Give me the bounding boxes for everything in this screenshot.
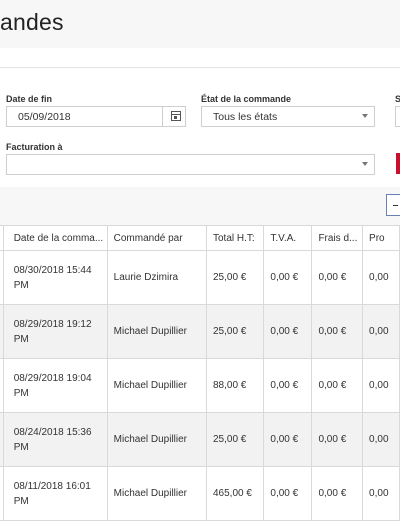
chevron-down-icon (362, 114, 368, 118)
total-ht: 25,00 € (206, 250, 265, 305)
billing-select[interactable] (6, 154, 375, 175)
ordered-by: Laurie Dzimira (107, 250, 207, 305)
third-filter-label: S (395, 94, 400, 104)
tva: 0,00 € (263, 412, 313, 467)
end-date-field[interactable]: 05/09/2018 (6, 106, 186, 127)
total-ht: 88,00 € (206, 358, 265, 413)
fees: 0,00 € (311, 304, 364, 359)
pro: 0,00 (362, 304, 400, 359)
pro: 0,00 (362, 250, 400, 305)
table-row[interactable]: PM08/30/2018 15:44 PMLaurie Dzimira25,00… (0, 250, 400, 305)
order-state-label: État de la commande (201, 94, 292, 104)
column-header-date[interactable]: Date de la comma... (3, 225, 108, 251)
order-date: 08/11/2018 16:01 PM (3, 466, 108, 521)
fees: 0,00 € (311, 250, 364, 305)
column-header-ordered-by[interactable]: Commandé par (107, 225, 207, 251)
total-ht: 465,00 € (206, 466, 265, 521)
end-date-value: 05/09/2018 (18, 111, 71, 123)
order-date: 08/24/2018 15:36 PM (3, 412, 108, 467)
page-title: andes (0, 9, 64, 35)
pro: 0,00 (362, 412, 400, 467)
search-button[interactable] (396, 153, 400, 174)
order-date: 08/29/2018 19:12 PM (3, 304, 108, 359)
fees: 0,00 € (311, 358, 364, 413)
table-row[interactable]: PM08/29/2018 19:04 PMMichael Dupillier88… (0, 358, 400, 413)
tva: 0,00 € (263, 466, 313, 521)
tva: 0,00 € (263, 304, 313, 359)
table-row[interactable]: PM08/11/2018 16:01 PMMichael Dupillier46… (0, 466, 400, 521)
third-filter-field[interactable] (395, 106, 400, 127)
ordered-by: Michael Dupillier (107, 304, 207, 359)
order-date: 08/30/2018 15:44 PM (3, 250, 108, 305)
tva: 0,00 € (263, 250, 313, 305)
column-header-pro[interactable]: Pro (362, 225, 400, 251)
orders-table: Date de la comma... Commandé par Total H… (0, 225, 400, 521)
ordered-by: Michael Dupillier (107, 466, 207, 521)
table-toolbar (0, 187, 400, 225)
order-state-value: Tous les états (213, 111, 278, 123)
calendar-icon[interactable] (171, 111, 181, 121)
tva: 0,00 € (263, 358, 313, 413)
page-header: andes (0, 0, 400, 48)
table-row[interactable]: PM08/29/2018 19:12 PMMichael Dupillier25… (0, 304, 400, 359)
total-ht: 25,00 € (206, 412, 265, 467)
filter-panel: Date de fin 05/09/2018 État de la comman… (0, 67, 400, 188)
pro: 0,00 (362, 466, 400, 521)
table-header-row: Date de la comma... Commandé par Total H… (0, 225, 400, 251)
end-date-separator (162, 107, 163, 126)
column-header-fees[interactable]: Frais d... (311, 225, 364, 251)
toolbar-button[interactable] (386, 194, 400, 216)
end-date-label: Date de fin (6, 94, 53, 104)
column-header-total[interactable]: Total H.T: (206, 225, 265, 251)
column-header-tva[interactable]: T.V.A. (263, 225, 313, 251)
table-row[interactable]: PM08/24/2018 15:36 PMMichael Dupillier25… (0, 412, 400, 467)
ordered-by: Michael Dupillier (107, 412, 207, 467)
order-date: 08/29/2018 19:04 PM (3, 358, 108, 413)
ordered-by: Michael Dupillier (107, 358, 207, 413)
fees: 0,00 € (311, 466, 364, 521)
order-state-select[interactable]: Tous les états (201, 106, 375, 127)
billing-label: Facturation à (6, 142, 63, 152)
pro: 0,00 (362, 358, 400, 413)
chevron-down-icon (362, 162, 368, 166)
total-ht: 25,00 € (206, 304, 265, 359)
fees: 0,00 € (311, 412, 364, 467)
minus-icon (393, 205, 398, 206)
